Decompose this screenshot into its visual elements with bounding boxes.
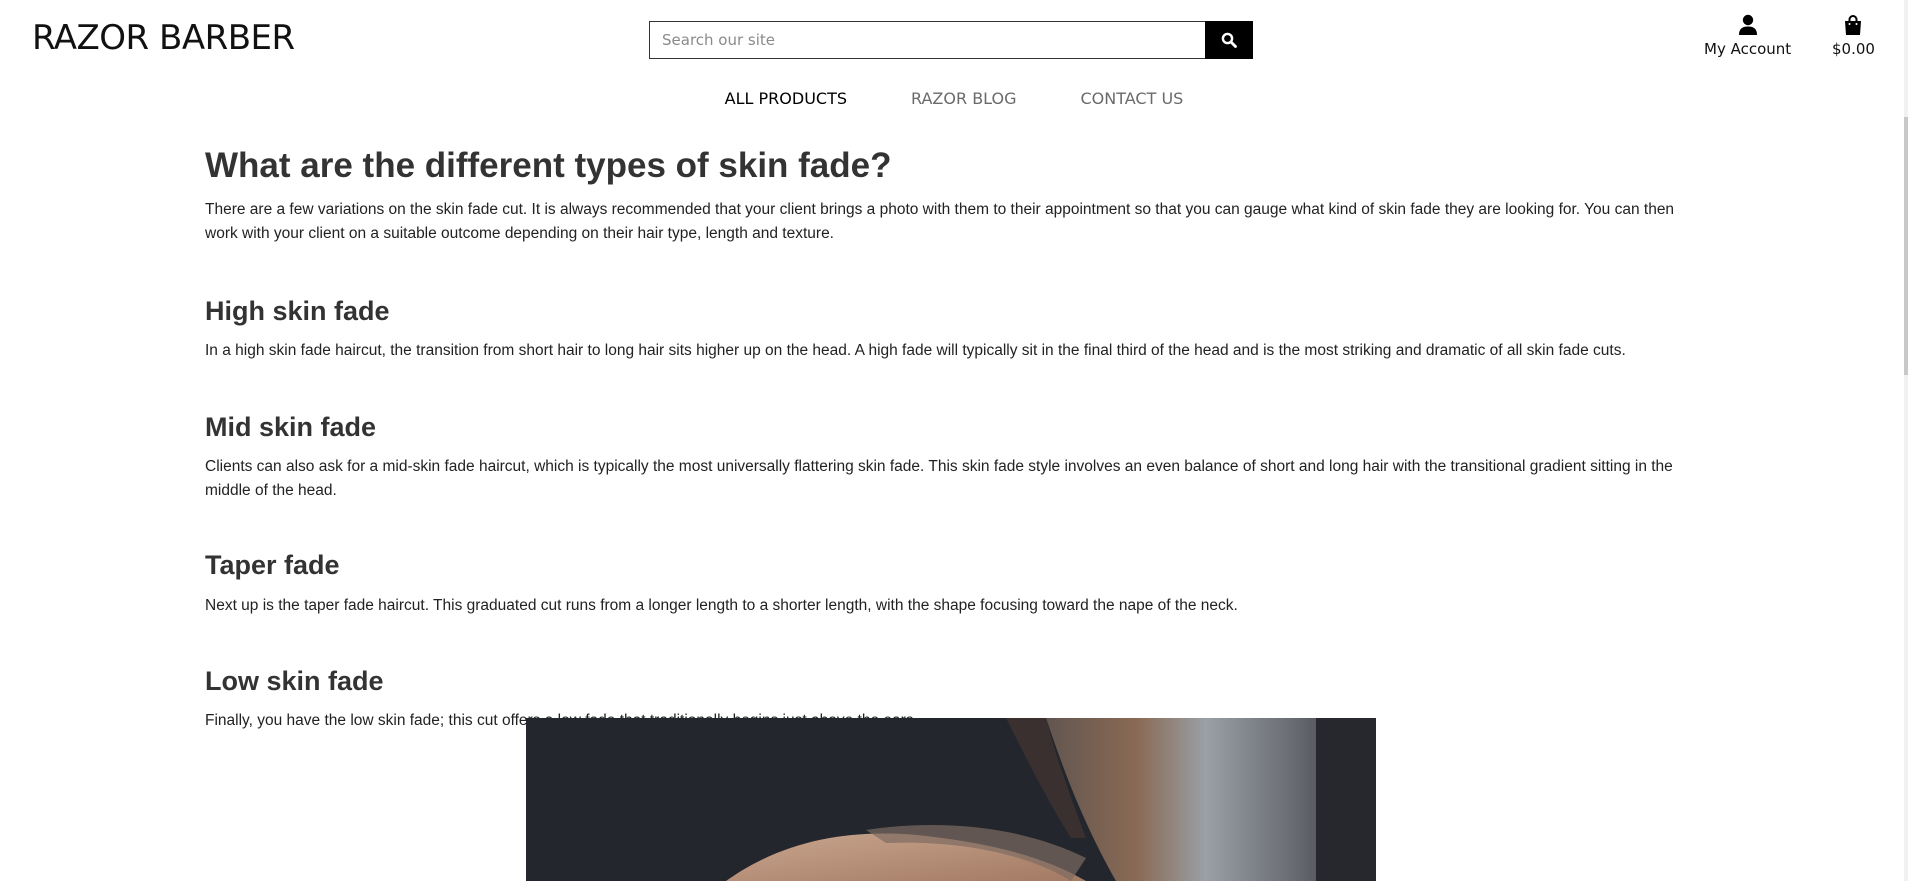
main-nav: ALL PRODUCTS RAZOR BLOG CONTACT US: [0, 89, 1908, 108]
search-bar: [649, 21, 1253, 59]
nav-item-razor-blog[interactable]: RAZOR BLOG: [911, 89, 1016, 108]
scrollbar-thumb[interactable]: [1904, 117, 1908, 375]
section-heading-low: Low skin fade: [205, 666, 384, 696]
site-logo[interactable]: RAZOR BARBER: [32, 18, 295, 58]
search-button[interactable]: [1205, 21, 1253, 59]
section-heading-mid: Mid skin fade: [205, 412, 377, 442]
section-heading-high: High skin fade: [205, 296, 390, 326]
shopping-bag-icon: [1845, 15, 1862, 35]
article-image: [526, 718, 1376, 881]
my-account-label: My Account: [1704, 40, 1792, 58]
section-text-taper: Next up is the taper fade haircut. This …: [205, 597, 1238, 614]
section-text-mid: Clients can also ask for a mid-skin fade…: [205, 458, 1673, 499]
article-intro: There are a few variations on the skin f…: [205, 201, 1675, 242]
cart-total: $0.00: [1832, 40, 1875, 58]
nav-item-all-products[interactable]: ALL PRODUCTS: [725, 89, 847, 108]
section-text-high: In a high skin fade haircut, the transit…: [205, 342, 1626, 359]
nav-item-contact-us[interactable]: CONTACT US: [1081, 89, 1184, 108]
user-icon: [1738, 14, 1757, 35]
section-heading-taper: Taper fade: [205, 550, 340, 580]
page-title: What are the different types of skin fad…: [205, 146, 892, 185]
my-account-link[interactable]: My Account: [1704, 14, 1791, 58]
search-input[interactable]: [649, 21, 1205, 59]
article-content: What are the different types of skin fad…: [205, 140, 1705, 733]
search-icon: [1221, 32, 1237, 48]
cart-link[interactable]: $0.00: [1832, 14, 1875, 58]
